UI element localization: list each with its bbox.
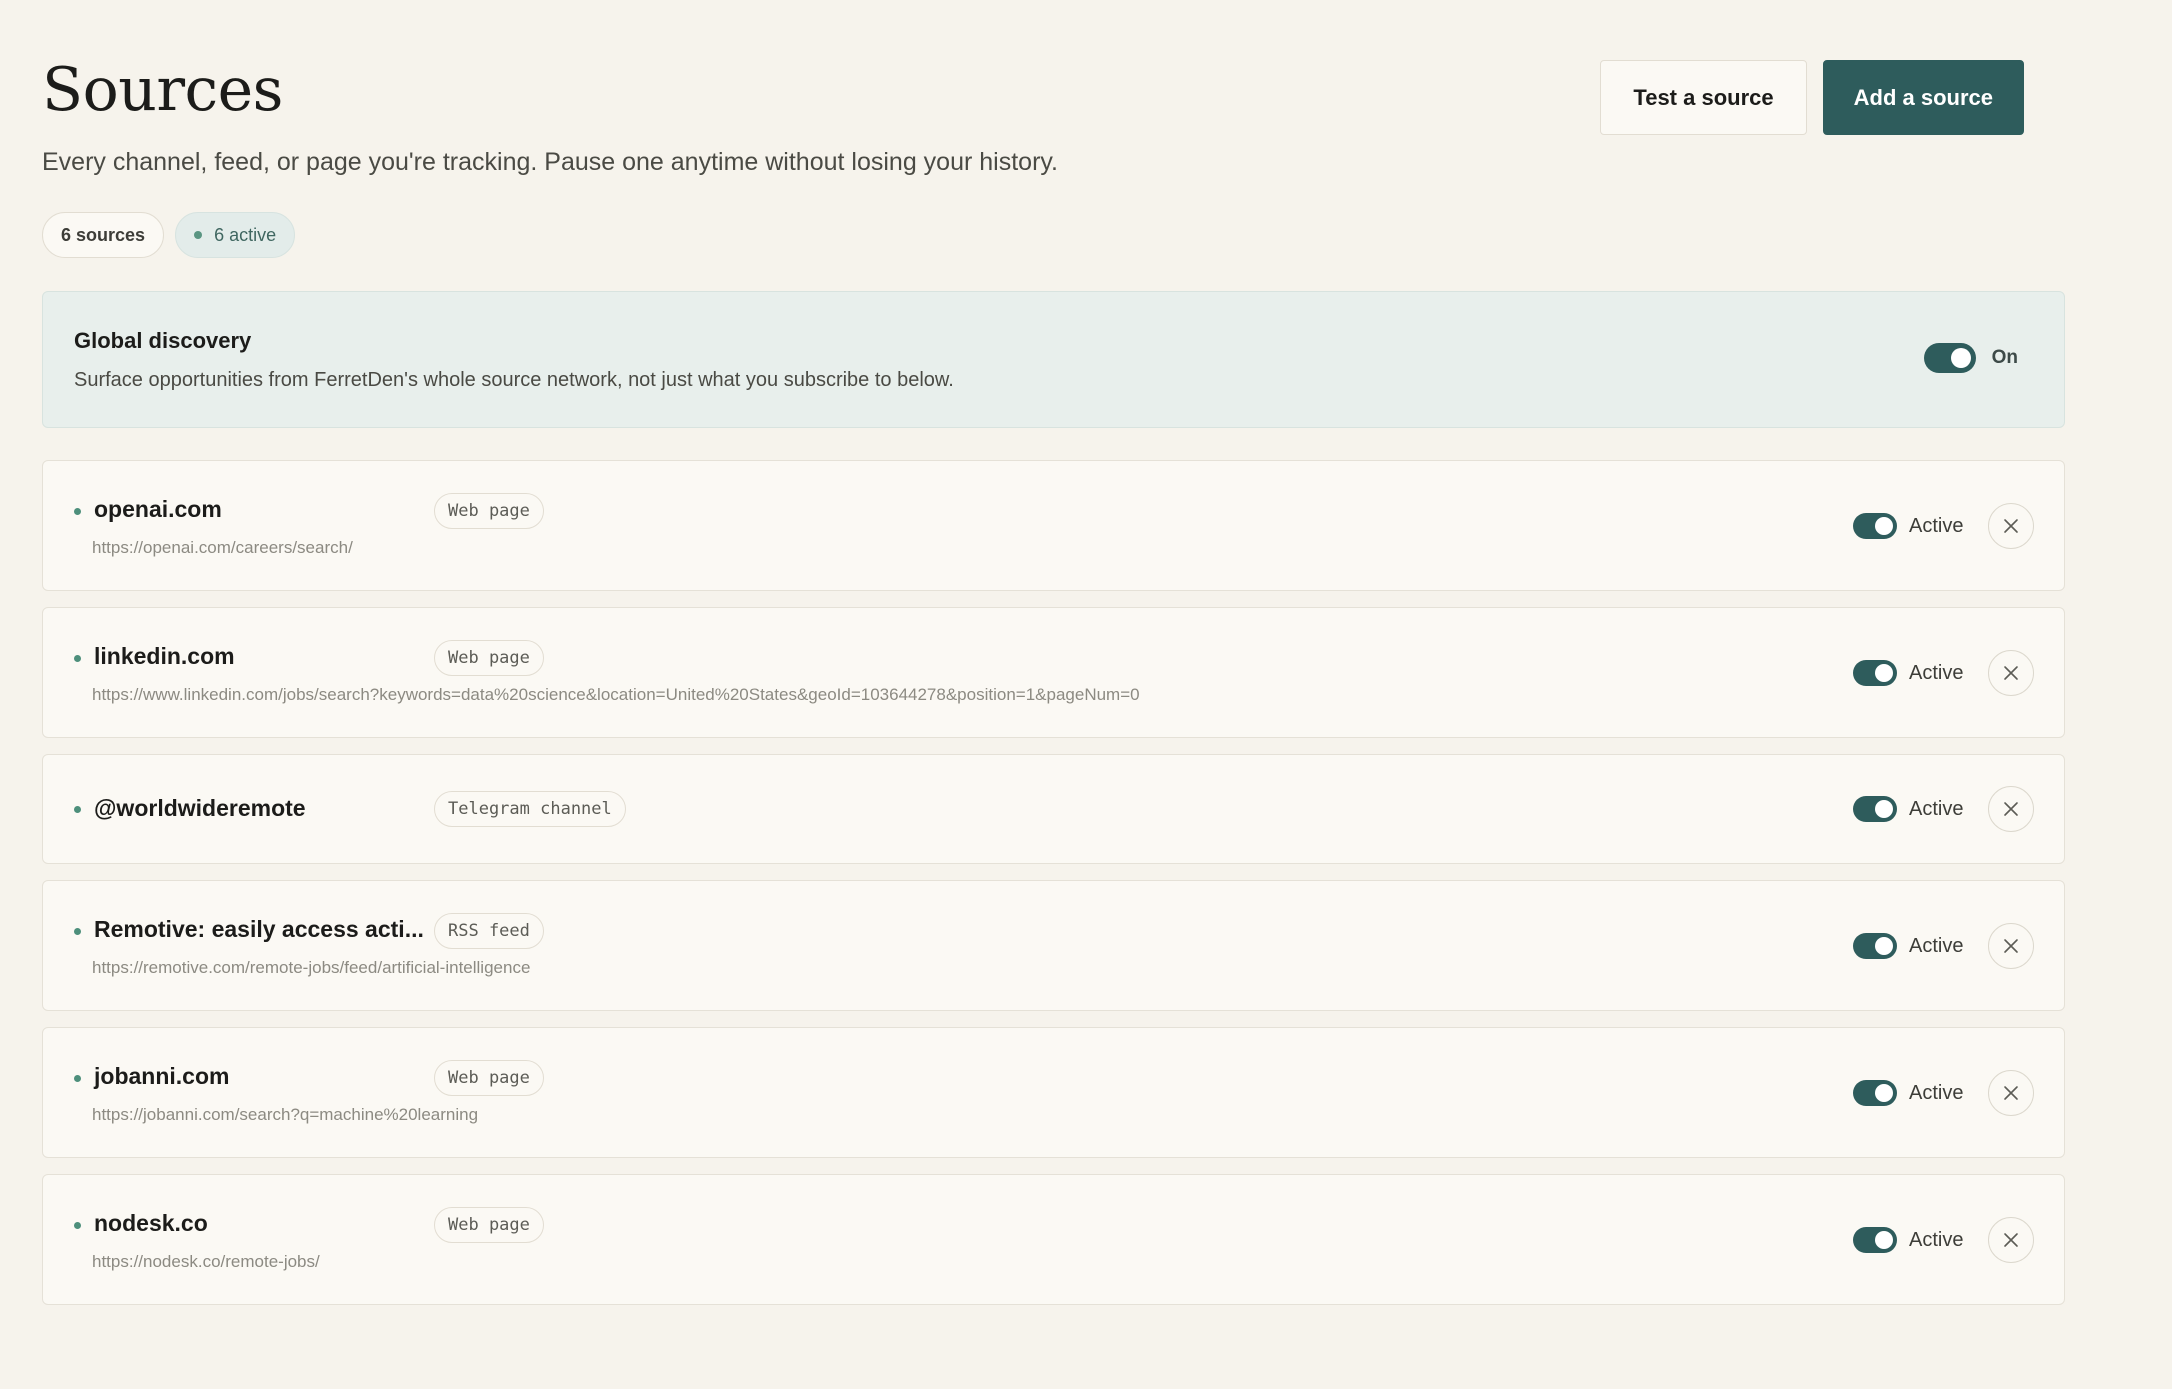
status-dot-icon: [74, 928, 81, 935]
close-icon: [2004, 802, 2018, 816]
source-count-badge: 6 sources: [42, 212, 165, 258]
source-type-tag: Telegram channel: [434, 791, 626, 827]
toggle-knob: [1875, 937, 1893, 955]
source-card-openai: openai.com Web page https://openai.com/c…: [42, 460, 2065, 591]
header-actions: Test a source Add a source: [1600, 60, 2024, 135]
add-source-button[interactable]: Add a source: [1822, 60, 2024, 135]
remove-source-button[interactable]: [1988, 1217, 2034, 1263]
status-dot-icon: [74, 655, 81, 662]
close-icon: [2004, 939, 2018, 953]
source-card-remotive: Remotive: easily access acti... RSS feed…: [42, 880, 2065, 1011]
source-url: https://nodesk.co/remote-jobs/: [92, 1252, 320, 1271]
active-count-badge: 6 active: [175, 212, 296, 258]
source-name: nodesk.co: [94, 1210, 208, 1236]
source-card-linkedin: linkedin.com Web page https://www.linked…: [42, 607, 2065, 738]
discovery-description: Surface opportunities from FerretDen's w…: [74, 369, 954, 391]
source-active-toggle[interactable]: [1853, 1080, 1897, 1106]
source-name: jobanni.com: [94, 1063, 230, 1089]
source-type-tag: RSS feed: [434, 913, 544, 949]
source-name: @worldwideremote: [94, 795, 306, 821]
source-controls: Active: [1853, 1217, 2034, 1263]
remove-source-button[interactable]: [1988, 786, 2034, 832]
active-dot-icon: [194, 231, 203, 239]
source-controls: Active: [1853, 650, 2034, 696]
remove-source-button[interactable]: [1988, 1070, 2034, 1116]
source-url: https://remotive.com/remote-jobs/feed/ar…: [92, 958, 531, 977]
toggle-knob: [1875, 517, 1893, 535]
source-status-label: Active: [1909, 514, 1964, 537]
page-title: Sources: [42, 55, 283, 125]
discovery-toggle-label: On: [1991, 347, 2018, 368]
source-active-toggle[interactable]: [1853, 660, 1897, 686]
source-type-tag: Web page: [434, 493, 544, 529]
source-url: https://jobanni.com/search?q=machine%20l…: [92, 1105, 479, 1124]
source-card-worldwideremote: @worldwideremote Telegram channel Active: [42, 754, 2065, 864]
source-status-label: Active: [1909, 797, 1964, 820]
source-url: https://openai.com/careers/search/: [92, 538, 353, 557]
discovery-title: Global discovery: [74, 328, 252, 353]
page-subtitle: Every channel, feed, or page you're trac…: [42, 148, 1058, 176]
discovery-toggle-group: On: [1923, 343, 2018, 373]
close-icon: [2004, 519, 2018, 533]
toggle-knob: [1875, 664, 1893, 682]
source-active-toggle[interactable]: [1853, 1227, 1897, 1253]
source-type-tag: Web page: [434, 1207, 544, 1243]
remove-source-button[interactable]: [1988, 650, 2034, 696]
global-discovery-panel: Global discovery Surface opportunities f…: [42, 291, 2065, 428]
source-controls: Active: [1853, 923, 2034, 969]
source-active-toggle[interactable]: [1853, 796, 1897, 822]
source-status-label: Active: [1909, 1081, 1964, 1104]
source-name: linkedin.com: [94, 643, 235, 669]
close-icon: [2004, 1086, 2018, 1100]
source-card-jobanni: jobanni.com Web page https://jobanni.com…: [42, 1027, 2065, 1158]
remove-source-button[interactable]: [1988, 923, 2034, 969]
source-card-nodesk: nodesk.co Web page https://nodesk.co/rem…: [42, 1174, 2065, 1305]
remove-source-button[interactable]: [1988, 503, 2034, 549]
close-icon: [2004, 666, 2018, 680]
source-active-toggle[interactable]: [1853, 513, 1897, 539]
source-name: Remotive: easily access acti...: [94, 916, 424, 942]
source-controls: Active: [1853, 786, 2034, 832]
source-status-label: Active: [1909, 934, 1964, 957]
discovery-toggle[interactable]: [1923, 343, 1976, 373]
source-controls: Active: [1853, 503, 2034, 549]
source-name: openai.com: [94, 496, 222, 522]
toggle-knob: [1875, 800, 1893, 818]
source-status-label: Active: [1909, 1228, 1964, 1251]
status-dot-icon: [74, 1222, 81, 1229]
source-url: https://www.linkedin.com/jobs/search?key…: [92, 685, 1140, 704]
page-header: Sources Every channel, feed, or page you…: [42, 0, 2130, 280]
source-type-tag: Web page: [434, 1060, 544, 1096]
status-dot-icon: [74, 508, 81, 515]
active-count-label: 6 active: [214, 224, 277, 245]
status-dot-icon: [74, 1075, 81, 1082]
toggle-knob: [1875, 1084, 1893, 1102]
summary-pills: 6 sources 6 active: [42, 212, 296, 258]
test-source-button[interactable]: Test a source: [1600, 60, 1807, 135]
source-active-toggle[interactable]: [1853, 933, 1897, 959]
source-type-tag: Web page: [434, 640, 544, 676]
toggle-knob: [1875, 1231, 1893, 1249]
source-controls: Active: [1853, 1070, 2034, 1116]
toggle-knob: [1950, 348, 1971, 368]
close-icon: [2004, 1233, 2018, 1247]
source-status-label: Active: [1909, 661, 1964, 684]
status-dot-icon: [74, 806, 81, 813]
